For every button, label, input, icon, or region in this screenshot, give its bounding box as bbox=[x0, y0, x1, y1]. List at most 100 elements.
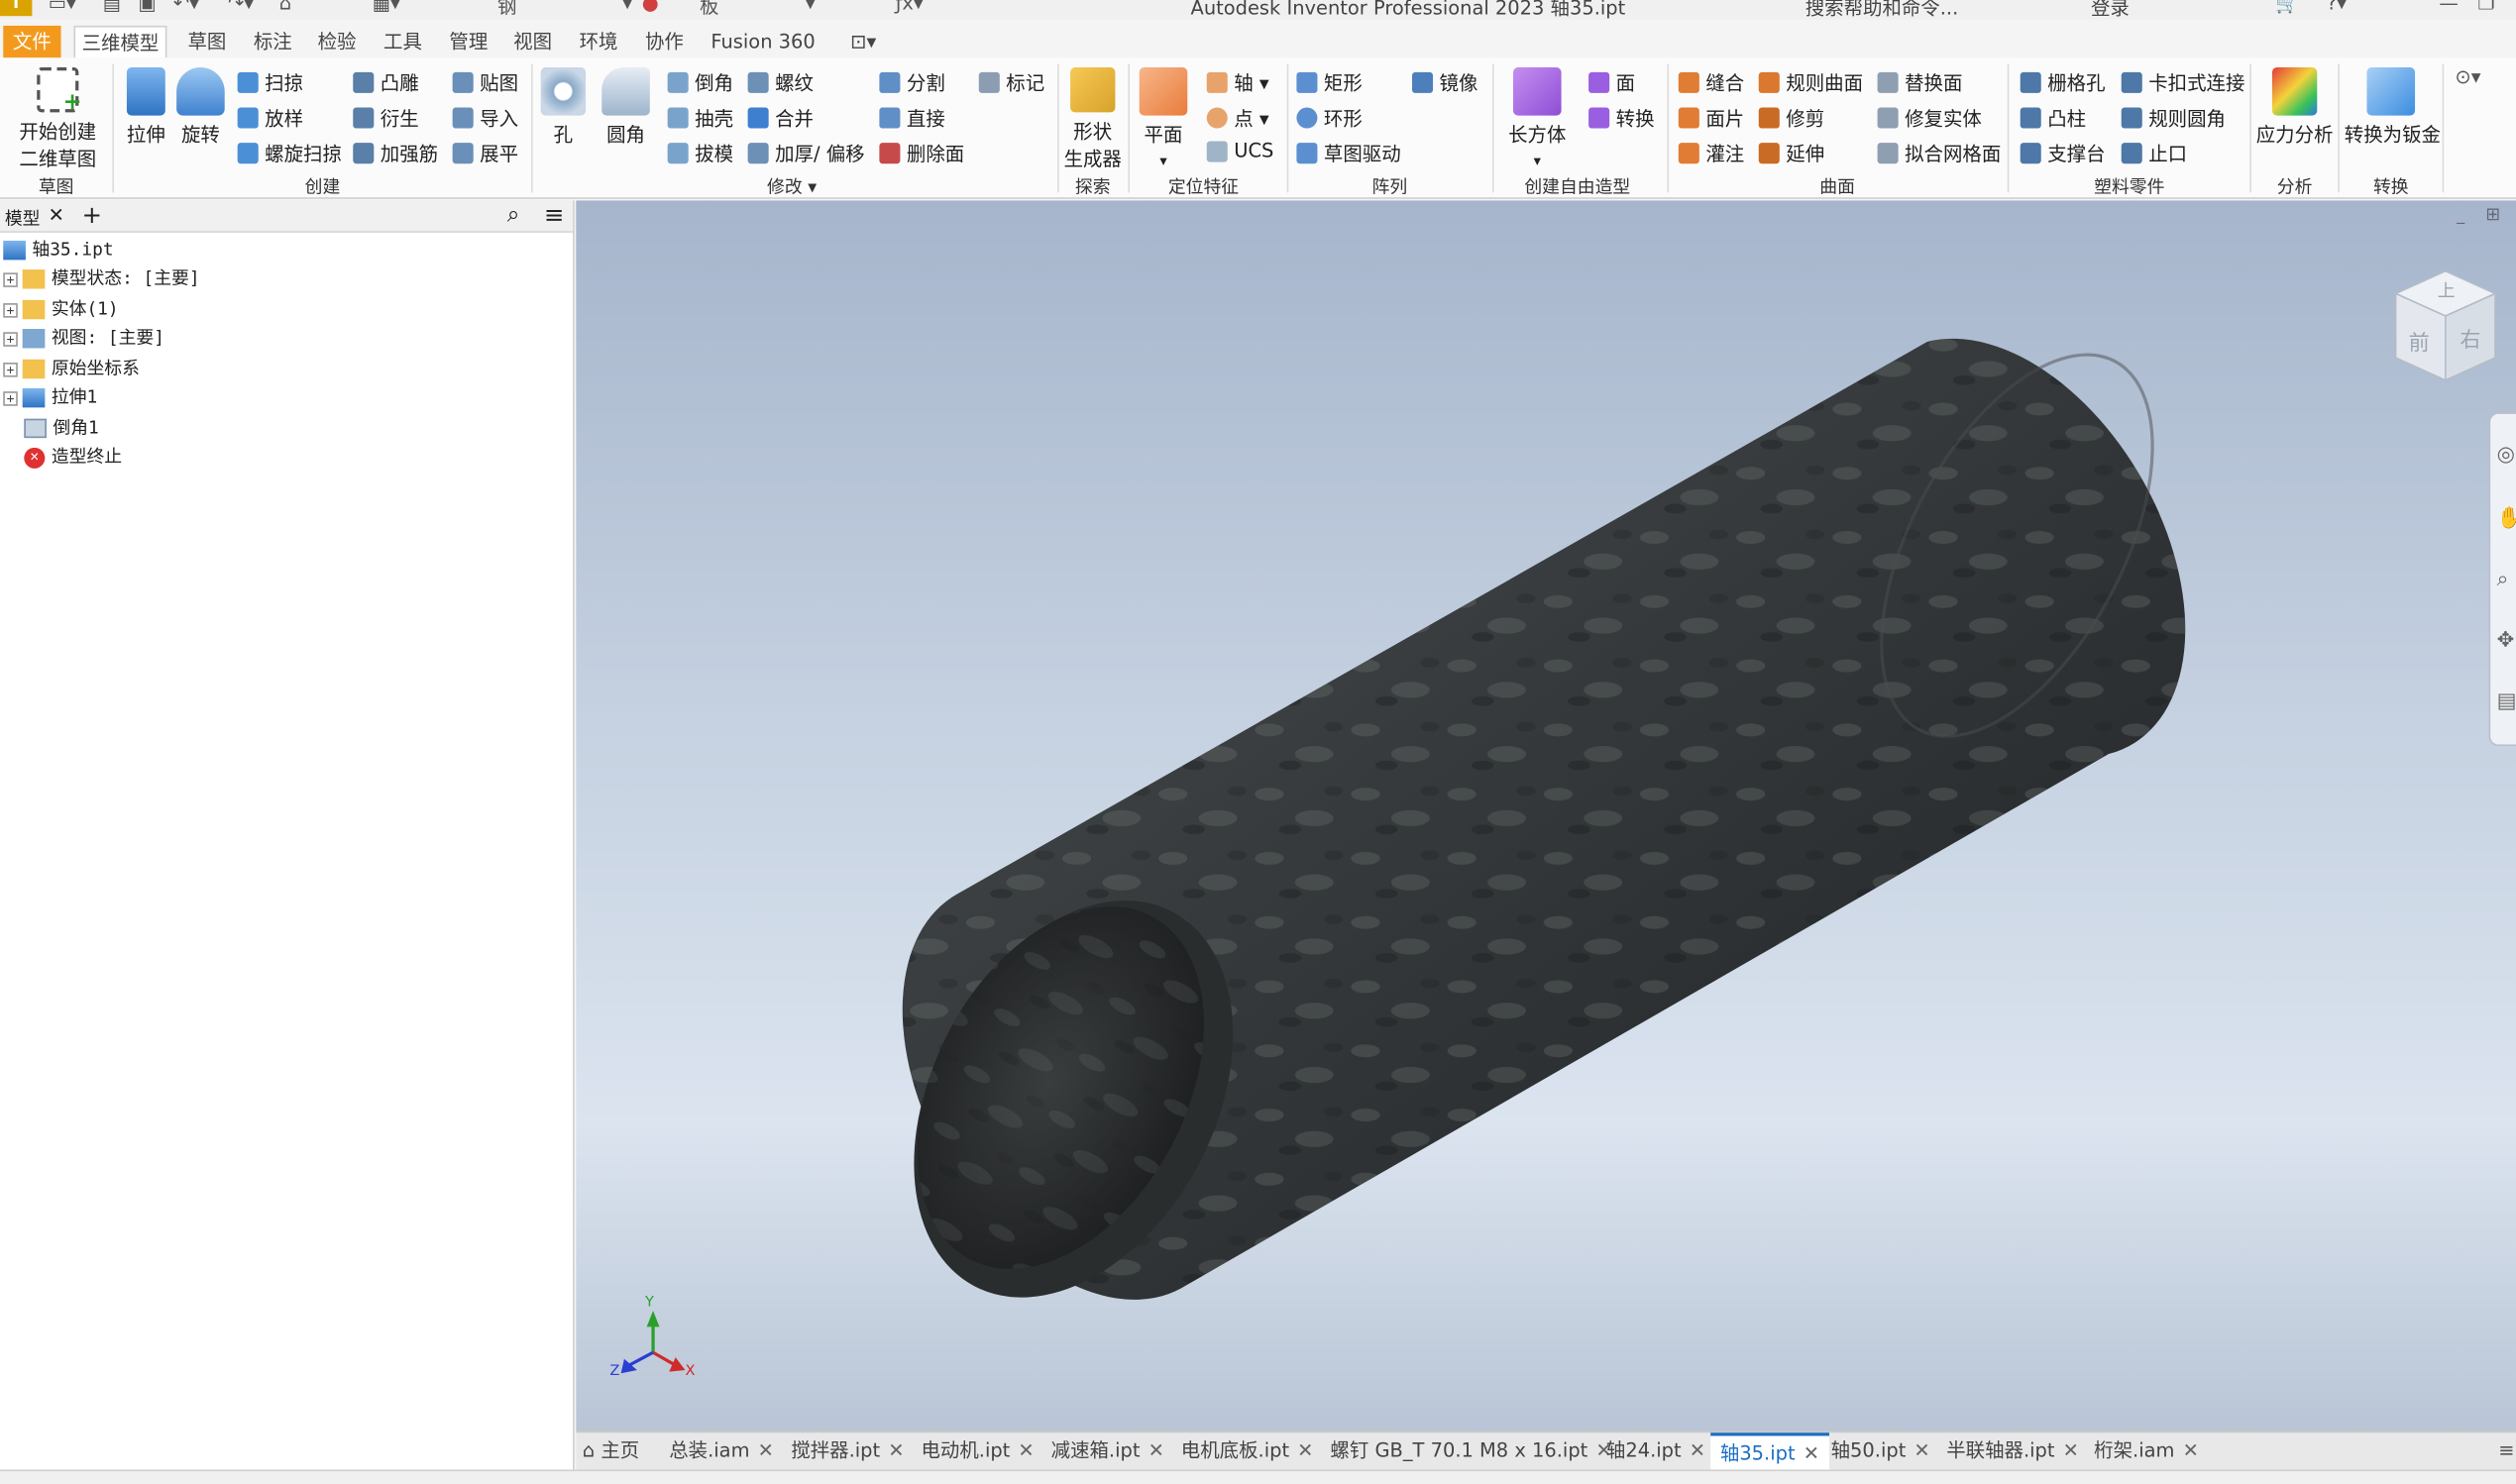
freeform-convert-button[interactable]: 转换 bbox=[1588, 104, 1655, 132]
add-tab-icon[interactable]: + bbox=[82, 200, 102, 229]
thread-button[interactable]: 螺纹 bbox=[747, 69, 814, 97]
tree-item-extrusion1[interactable]: + 拉伸1 bbox=[3, 383, 97, 412]
tab-view[interactable]: 视图 bbox=[507, 26, 559, 57]
close-icon[interactable]: ✕ bbox=[1018, 1439, 1034, 1462]
appearance-dropdown-icon[interactable]: ▾ bbox=[806, 0, 816, 15]
close-icon[interactable]: ✕ bbox=[1914, 1439, 1929, 1462]
thicken-offset-button[interactable]: 加厚/ 偏移 bbox=[747, 140, 865, 167]
login-button[interactable]: 登录 bbox=[2091, 0, 2130, 19]
combine-button[interactable]: 合并 bbox=[747, 104, 814, 132]
expand-icon[interactable]: + bbox=[3, 362, 18, 376]
stitch-button[interactable]: 缝合 bbox=[1678, 69, 1744, 97]
graphics-viewport[interactable]: 上 前 右 _ ⊞ ◎ ✋ ⌕ ✥ ▤ Y X Z bbox=[576, 200, 2516, 1431]
save-icon[interactable]: ▣ bbox=[138, 0, 156, 15]
orbit-icon[interactable]: ✥ bbox=[2497, 629, 2515, 653]
doc-tab[interactable]: 减速箱.ipt ✕ bbox=[1051, 1432, 1164, 1469]
patch-button[interactable]: 面片 bbox=[1678, 104, 1744, 132]
help-icon[interactable]: ?▾ bbox=[2327, 0, 2347, 15]
doc-tab[interactable]: 电动机.ipt ✕ bbox=[921, 1432, 1034, 1469]
chamfer-button[interactable]: 倒角 bbox=[667, 69, 733, 97]
tab-3d-model[interactable]: 三维模型 bbox=[73, 25, 167, 58]
mirror-button[interactable]: 镜像 bbox=[1411, 69, 1477, 97]
close-icon[interactable]: ✕ bbox=[1690, 1439, 1705, 1462]
draft-button[interactable]: 拔模 bbox=[667, 140, 733, 167]
sketch-driven-pattern-button[interactable]: 草图驱动 bbox=[1296, 140, 1401, 167]
cart-icon[interactable]: 🛒 bbox=[2275, 0, 2299, 15]
expand-icon[interactable]: + bbox=[3, 390, 18, 405]
doc-tab[interactable]: 螺钉 GB_T 70.1 M8 x 16.ipt ✕ bbox=[1330, 1432, 1611, 1469]
trim-button[interactable]: 修剪 bbox=[1758, 104, 1824, 132]
tab-collaborate[interactable]: 协作 bbox=[638, 26, 690, 57]
revolve-button[interactable]: 旋转 bbox=[173, 67, 228, 148]
extrude-button[interactable]: 拉伸 bbox=[122, 67, 170, 148]
rest-button[interactable]: 支撑台 bbox=[2020, 140, 2106, 167]
freeform-face-button[interactable]: 面 bbox=[1588, 69, 1635, 97]
shaft-part-model[interactable] bbox=[849, 312, 2209, 1352]
tree-root-part[interactable]: 轴35.ipt bbox=[3, 236, 114, 265]
tab-sketch[interactable]: 草图 bbox=[181, 26, 233, 57]
extend-button[interactable]: 延伸 bbox=[1758, 140, 1824, 167]
repair-bodies-button[interactable]: 修复实体 bbox=[1877, 104, 1982, 132]
ruled-surface-button[interactable]: 规则曲面 bbox=[1758, 69, 1863, 97]
grill-button[interactable]: 栅格孔 bbox=[2020, 69, 2106, 97]
sculpt-button[interactable]: 灌注 bbox=[1678, 140, 1744, 167]
shape-generator-button[interactable]: 形状 生成器 bbox=[1062, 67, 1124, 171]
pan-icon[interactable]: ✋ bbox=[2497, 507, 2516, 531]
fillet-button[interactable]: 圆角 bbox=[597, 67, 654, 148]
tab-fusion360[interactable]: Fusion 360 bbox=[705, 26, 821, 57]
delete-face-button[interactable]: 删除面 bbox=[879, 140, 964, 167]
open-icon[interactable]: ▤ bbox=[103, 0, 121, 15]
plane-dropdown-icon[interactable]: ▾ bbox=[1159, 154, 1166, 169]
tab-inspect[interactable]: 检验 bbox=[311, 26, 363, 57]
loft-button[interactable]: 放样 bbox=[237, 104, 303, 132]
expand-icon[interactable]: + bbox=[3, 271, 18, 287]
freeform-box-button[interactable]: 长方体 ▾ bbox=[1505, 67, 1570, 170]
close-icon[interactable]: ✕ bbox=[49, 204, 64, 227]
expand-icon[interactable]: + bbox=[3, 331, 18, 347]
material-selector[interactable]: 钢 bbox=[497, 0, 516, 19]
unfold-button[interactable]: 展平 bbox=[452, 140, 518, 167]
ribbon-display-toggle-icon[interactable]: ⊡▾ bbox=[844, 26, 883, 57]
close-icon[interactable]: ✕ bbox=[2183, 1439, 2199, 1462]
redo-icon[interactable]: ↷▾ bbox=[228, 0, 254, 15]
doc-tab-home[interactable]: ⌂ 主页 bbox=[583, 1432, 639, 1469]
snap-fit-button[interactable]: 卡扣式连接 bbox=[2121, 69, 2244, 97]
rect-pattern-button[interactable]: 矩形 bbox=[1296, 69, 1363, 97]
tree-item-model-state[interactable]: + 模型状态: [主要] bbox=[3, 265, 200, 293]
inventor-logo[interactable]: I bbox=[0, 0, 33, 17]
tab-manage[interactable]: 管理 bbox=[443, 26, 494, 57]
work-plane-button[interactable]: 平面 ▾ bbox=[1136, 67, 1190, 170]
look-at-icon[interactable]: ▤ bbox=[2497, 689, 2516, 713]
derive-button[interactable]: 衍生 bbox=[353, 104, 419, 132]
circ-pattern-button[interactable]: 环形 bbox=[1296, 104, 1363, 132]
doc-tab-active[interactable]: 轴35.ipt ✕ bbox=[1710, 1432, 1829, 1470]
tree-item-origin[interactable]: + 原始坐标系 bbox=[3, 355, 140, 383]
undo-icon[interactable]: ↶▾ bbox=[173, 0, 199, 15]
minimize-icon[interactable]: — bbox=[2439, 0, 2458, 15]
tab-annotate[interactable]: 标注 bbox=[247, 26, 298, 57]
viewcube[interactable]: 上 前 右 bbox=[2392, 267, 2498, 383]
fx-parameters-icon[interactable]: ƒx▾ bbox=[896, 0, 924, 15]
work-axis-button[interactable]: 轴 ▾ bbox=[1206, 69, 1269, 97]
fit-mesh-face-button[interactable]: 拟合网格面 bbox=[1877, 140, 2001, 167]
import-button[interactable]: 导入 bbox=[452, 104, 518, 132]
help-search-input[interactable]: 搜索帮助和命令... bbox=[1805, 0, 1959, 19]
appearance-selector[interactable]: 板 bbox=[700, 0, 718, 19]
close-icon[interactable]: ✕ bbox=[1149, 1439, 1164, 1462]
doc-tab[interactable]: 电机底板.ipt ✕ bbox=[1181, 1432, 1314, 1469]
close-icon[interactable]: ✕ bbox=[1804, 1442, 1819, 1465]
file-menu[interactable]: 文件 bbox=[3, 25, 61, 58]
decal-button[interactable]: 贴图 bbox=[452, 69, 518, 97]
tab-environments[interactable]: 环境 bbox=[573, 26, 624, 57]
group-label-modify[interactable]: 修改 ▾ bbox=[767, 173, 817, 199]
zoom-icon[interactable]: ⌕ bbox=[2497, 568, 2509, 591]
direct-edit-button[interactable]: 直接 bbox=[879, 104, 945, 132]
close-icon[interactable]: ✕ bbox=[758, 1439, 774, 1462]
close-icon[interactable]: ✕ bbox=[888, 1439, 904, 1462]
start-2d-sketch-button[interactable]: + 开始创建 二维草图 bbox=[16, 67, 99, 171]
menu-icon[interactable]: ≡ bbox=[544, 200, 564, 229]
close-icon[interactable]: ✕ bbox=[2063, 1439, 2079, 1462]
replace-face-button[interactable]: 替换面 bbox=[1877, 69, 1962, 97]
coil-button[interactable]: 螺旋扫掠 bbox=[237, 140, 342, 167]
search-icon[interactable]: ⌕ bbox=[507, 202, 520, 228]
